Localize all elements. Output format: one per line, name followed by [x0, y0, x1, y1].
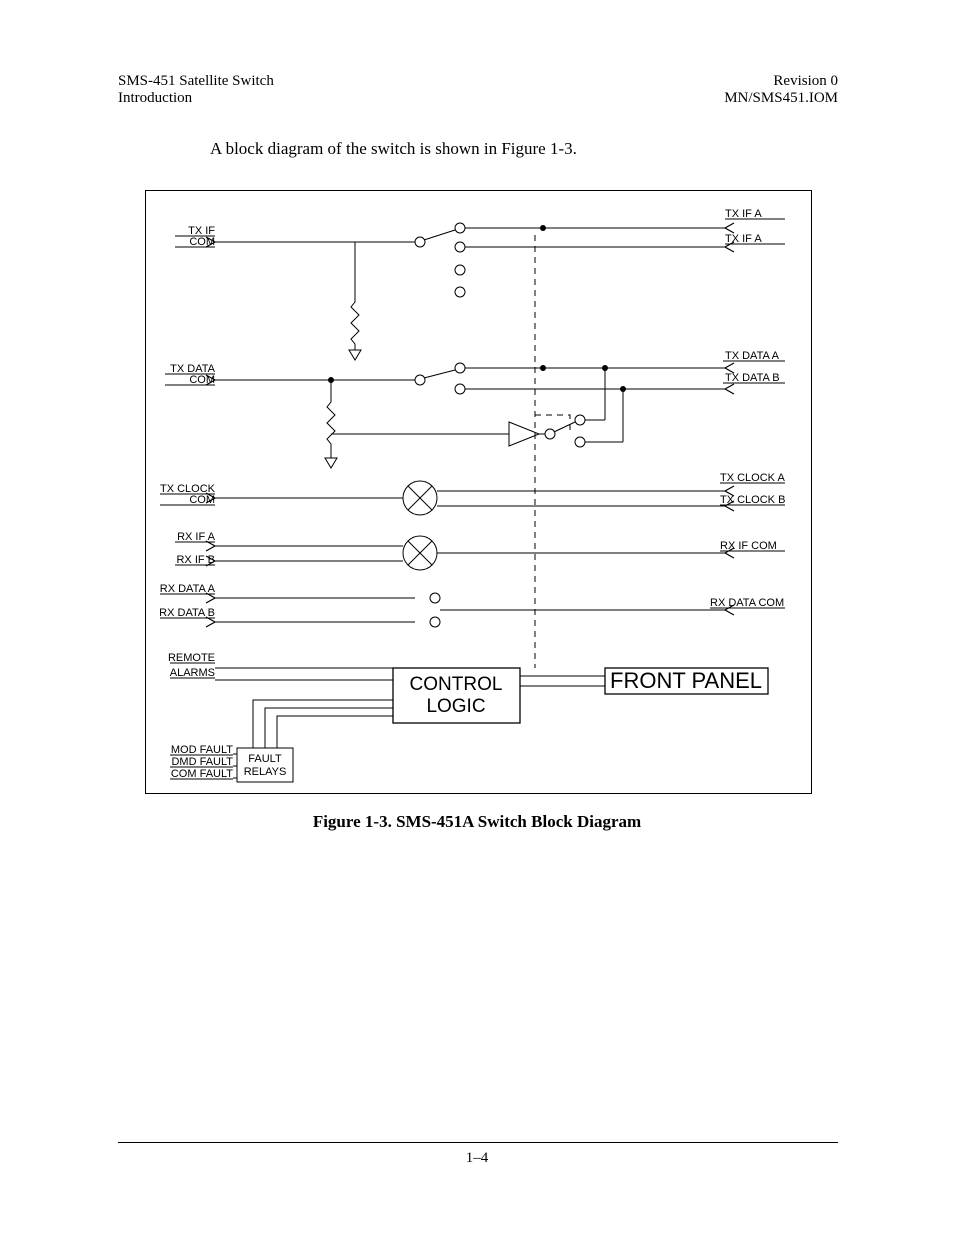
label-tx-data-b: TX DATA B	[725, 372, 780, 384]
label-mod-fault: MOD FAULT	[171, 744, 233, 756]
contact	[455, 265, 465, 275]
label-com-fault: COM FAULT	[171, 768, 233, 780]
contact	[455, 242, 465, 252]
page-number: 1–4	[0, 1150, 954, 1167]
label-rx-data-com: RX DATA COM	[710, 597, 784, 609]
label-alarms: ALARMS	[170, 667, 215, 679]
control-logic-label2: LOGIC	[426, 696, 485, 717]
label-tx-if-a2: TX IF A	[725, 233, 762, 245]
contact	[455, 287, 465, 297]
fault-relays-label2: RELAYS	[244, 766, 287, 778]
resistor-tx-if	[351, 242, 359, 350]
body-paragraph: A block diagram of the switch is shown i…	[210, 139, 577, 159]
ground-icon	[325, 458, 337, 468]
page-header: SMS-451 Satellite Switch Introduction Re…	[118, 73, 838, 107]
fault-relays-label1: FAULT	[248, 753, 282, 765]
ground-icon	[349, 350, 361, 360]
label-tx-clock-b: TX CLOCK B	[720, 494, 785, 506]
label-tx-data-com: COM	[189, 374, 215, 386]
label-remote: REMOTE	[168, 652, 215, 664]
header-section: Introduction	[118, 90, 192, 106]
label-rx-if-b: RX IF B	[176, 554, 215, 566]
label-rx-data-b: RX DATA B	[159, 607, 215, 619]
document-page: SMS-451 Satellite Switch Introduction Re…	[0, 0, 954, 1235]
label-tx-clock-a: TX CLOCK A	[720, 472, 785, 484]
header-docid: MN/SMS451.IOM	[724, 90, 838, 106]
contact	[455, 223, 465, 233]
label-rx-if-a: RX IF A	[177, 531, 216, 543]
footer-rule	[118, 1142, 838, 1143]
front-panel-label: FRONT PANEL	[610, 668, 762, 693]
switch-pivot	[415, 237, 425, 247]
junction-dot	[540, 225, 546, 231]
resistor-tx-data	[327, 380, 335, 458]
label-rx-data-a: RX DATA A	[160, 583, 216, 595]
switch-wiper	[424, 230, 455, 240]
figure-caption: Figure 1-3. SMS-451A Switch Block Diagra…	[0, 812, 954, 832]
control-dash-branch	[535, 415, 570, 434]
label-tx-clock-com2: COM	[189, 494, 215, 506]
control-logic-label1: CONTROL	[410, 674, 503, 695]
label-tx-data-a: TX DATA A	[725, 350, 780, 362]
label-dmd-fault: DMD FAULT	[171, 756, 233, 768]
label-rx-if-com: RX IF COM	[720, 540, 777, 552]
label-tx-if-com: COM	[189, 236, 215, 248]
block-diagram: TX IF COM TX IF A TX IF A	[145, 190, 810, 792]
label-tx-if-a1: TX IF A	[725, 208, 762, 220]
header-product: SMS-451 Satellite Switch	[118, 73, 274, 89]
header-revision: Revision 0	[773, 73, 838, 89]
